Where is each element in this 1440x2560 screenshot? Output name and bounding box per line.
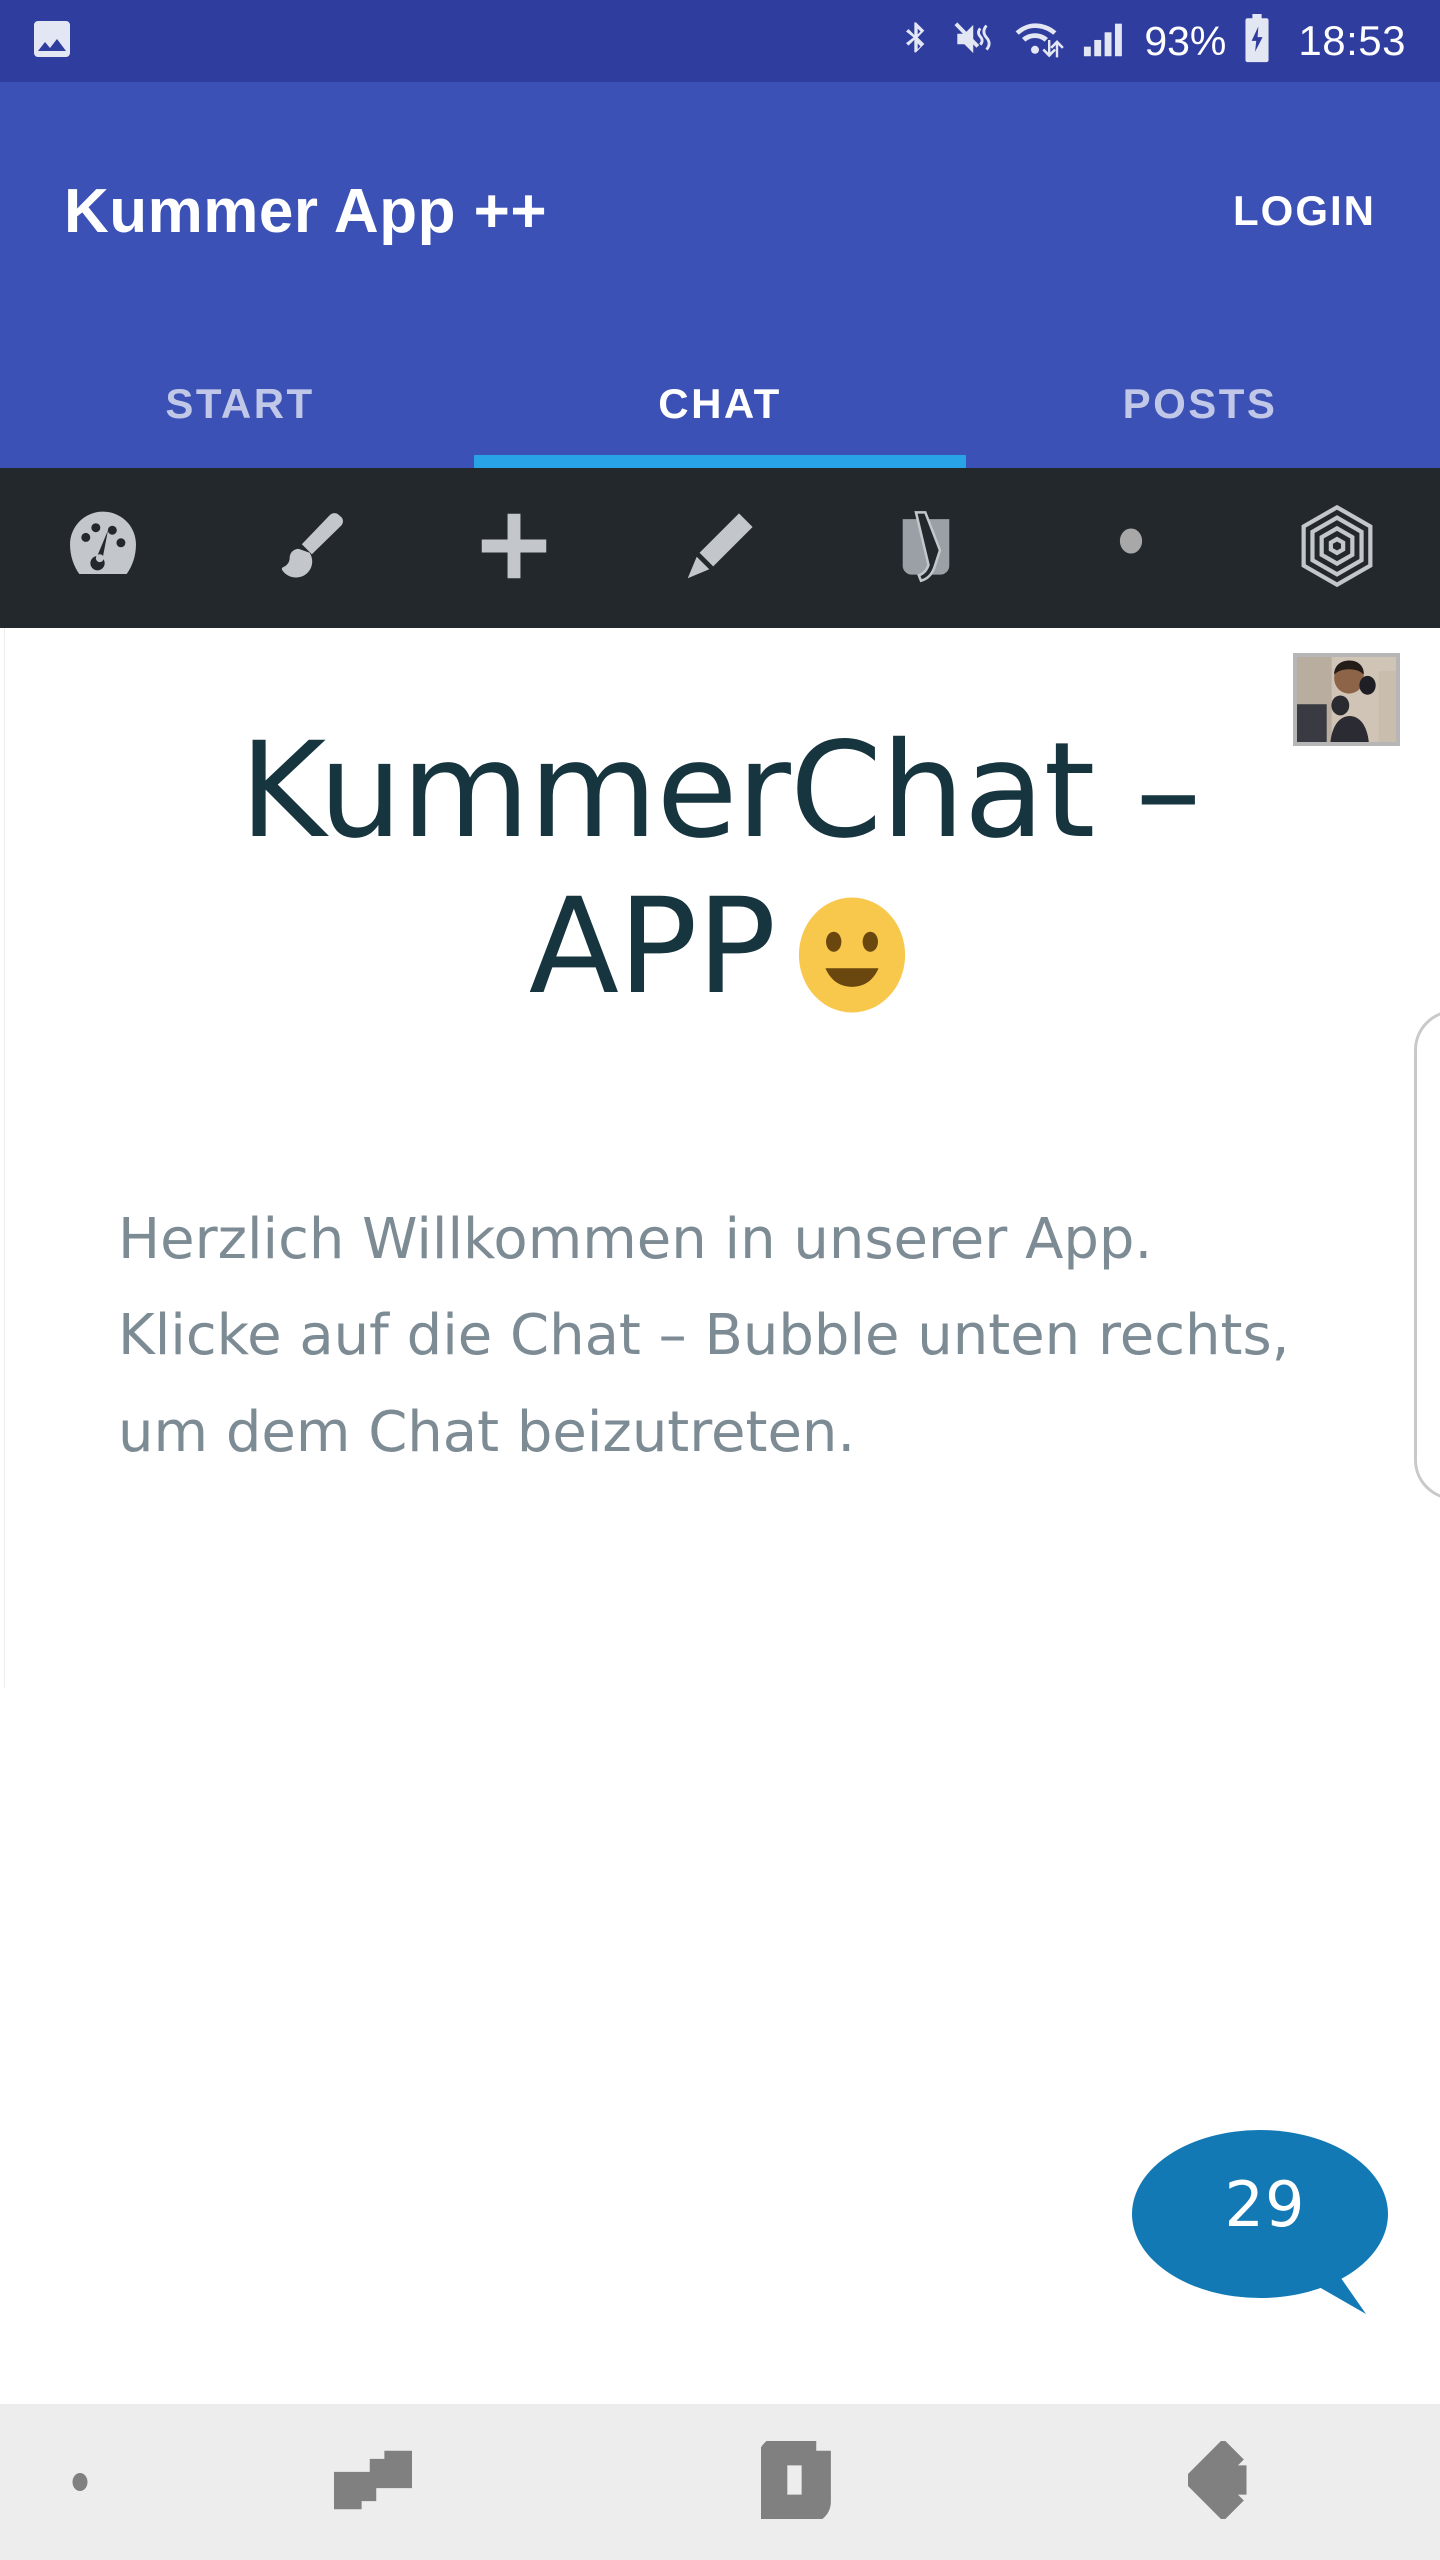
- admin-bar-item-customize[interactable]: [206, 468, 412, 628]
- admin-bar-item-edit[interactable]: [617, 468, 823, 628]
- slightly-smiling-face-emoji-icon: [793, 892, 911, 1013]
- admin-bar-item-yoast[interactable]: [823, 468, 1029, 628]
- pencil-edit-icon: [677, 503, 763, 594]
- login-button[interactable]: LOGIN: [1215, 175, 1394, 247]
- tab-posts[interactable]: POSTS: [960, 340, 1440, 468]
- admin-bar-item-wordpress[interactable]: [0, 468, 206, 628]
- admin-bar-item-new[interactable]: [411, 468, 617, 628]
- battery-charging-icon: [1242, 13, 1272, 69]
- phone-screen: 93% 18:53 Kummer App ++ LOGIN START CHAT…: [0, 0, 1440, 2560]
- image-notification-icon: [28, 15, 76, 68]
- chat-bubble-button[interactable]: 29: [1130, 2124, 1400, 2324]
- tab-bar: START CHAT POSTS: [0, 340, 1440, 468]
- tab-start-label: START: [165, 380, 315, 427]
- yoast-seo-icon: [883, 503, 969, 594]
- status-bar-right-icons: 93% 18:53: [896, 13, 1406, 69]
- status-bar: 93% 18:53: [0, 0, 1440, 82]
- page-headline: KummerChat – APP: [0, 714, 1440, 1026]
- admin-bar-item-account[interactable]: [1029, 468, 1235, 628]
- elementor-hexagon-icon: [1291, 500, 1383, 597]
- offscreen-card-outline: [1414, 1010, 1440, 1500]
- tab-chat[interactable]: CHAT: [474, 340, 966, 468]
- tab-start[interactable]: START: [0, 340, 480, 468]
- bluetooth-icon: [896, 15, 936, 68]
- avatar-dot-icon: [1088, 503, 1174, 594]
- status-bar-clock: 18:53: [1298, 17, 1406, 64]
- admin-bar-item-elementor[interactable]: [1234, 468, 1440, 628]
- wifi-icon: [1014, 15, 1066, 68]
- welcome-paragraph: Herzlich Willkommen in unserer App. Klic…: [118, 1207, 1290, 1465]
- wordpress-logo-icon: [60, 503, 146, 594]
- signal-bars-icon: [1082, 15, 1128, 68]
- tab-chat-label: CHAT: [658, 380, 782, 427]
- app-bar: Kummer App ++ LOGIN: [0, 82, 1440, 340]
- tab-active-indicator: [474, 455, 966, 468]
- keyboard-indicator-dot-icon[interactable]: [0, 2404, 160, 2560]
- headline-line-1: KummerChat –: [239, 714, 1202, 868]
- status-bar-left-icons: [28, 15, 76, 68]
- back-button[interactable]: [1013, 2404, 1440, 2560]
- paintbrush-customize-icon: [266, 503, 352, 594]
- home-button[interactable]: [587, 2404, 1014, 2560]
- headline-line-2: APP: [528, 869, 776, 1024]
- recents-button[interactable]: [160, 2404, 587, 2560]
- back-icon: [1181, 2438, 1266, 2524]
- tab-posts-label: POSTS: [1122, 380, 1278, 427]
- wordpress-admin-bar: [0, 468, 1440, 628]
- plus-new-icon: [471, 503, 557, 594]
- home-icon: [758, 2435, 839, 2524]
- battery-percent-label: 93%: [1144, 17, 1227, 64]
- android-navigation-bar: [0, 2404, 1440, 2560]
- app-title: Kummer App ++: [64, 176, 548, 246]
- vibrate-mute-icon: [952, 15, 998, 68]
- recents-icon: [332, 2441, 414, 2524]
